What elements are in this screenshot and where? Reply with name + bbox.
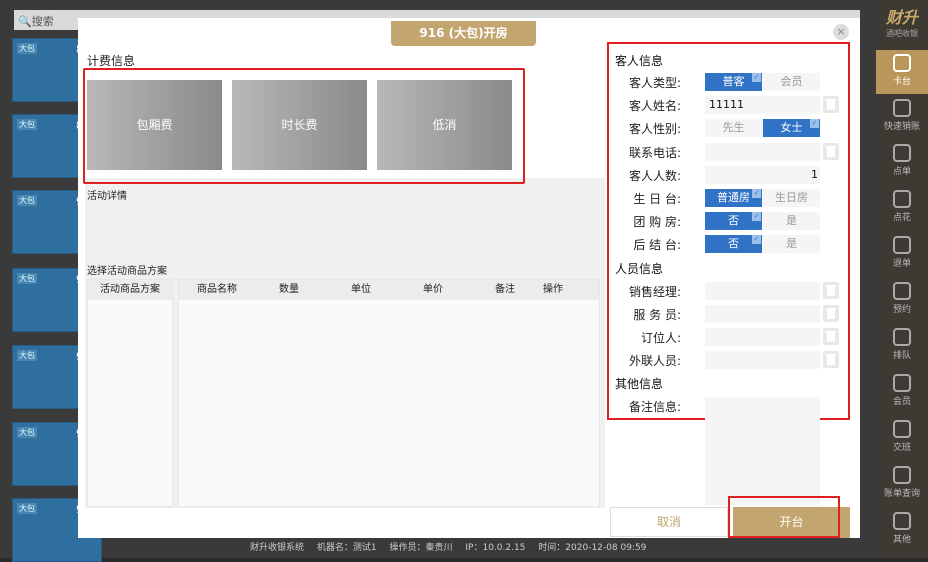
room-tag: 大包 xyxy=(17,503,37,514)
sidebar-item-label: 卡台 xyxy=(892,77,911,87)
sidebar-item-quick-writeoff[interactable]: 快速销账 xyxy=(876,95,928,139)
birthday-room[interactable]: 生日房 xyxy=(763,189,820,207)
room-tag: 大包 xyxy=(17,427,37,438)
sidebar-item-label: 其他 xyxy=(892,535,911,545)
guest-type-label: 客人类型: xyxy=(628,76,681,90)
flower-icon xyxy=(893,190,911,208)
trash-icon[interactable] xyxy=(823,328,839,345)
users-icon xyxy=(893,420,911,438)
status-system: 财升收银系统 xyxy=(250,543,305,553)
sidebar-item-label: 点花 xyxy=(892,213,911,223)
group-buy-label: 团 购 房: xyxy=(633,215,681,229)
sidebar-item-reserve[interactable]: 预约 xyxy=(876,278,928,322)
waiter-input[interactable] xyxy=(705,305,820,323)
group-buy-yes[interactable]: 是 xyxy=(763,212,820,230)
door-icon xyxy=(893,54,911,72)
clock-icon xyxy=(893,282,911,300)
sidebar-item-other[interactable]: 其他 xyxy=(876,508,928,552)
bill-icon xyxy=(893,466,911,484)
sidebar-item-label: 预约 xyxy=(892,305,911,315)
remark-label: 备注信息: xyxy=(628,400,681,414)
sidebar-item-order[interactable]: 点单 xyxy=(876,140,928,184)
room-tag: 大包 xyxy=(17,350,37,361)
app-logo: 财升 酒吧收银 xyxy=(876,4,928,39)
guest-count-input[interactable]: 1 xyxy=(705,166,820,184)
sales-manager-label: 销售经理: xyxy=(628,285,681,299)
guest-gender-label: 客人性别: xyxy=(628,122,681,136)
status-ip: IP：10.0.2.15 xyxy=(465,543,526,553)
sidebar-item-label: 账单查询 xyxy=(883,489,920,499)
guest-type-regular[interactable]: 普客 xyxy=(705,73,762,91)
receipt-icon xyxy=(893,99,911,117)
sales-manager-input[interactable] xyxy=(705,282,820,300)
group-buy-no[interactable]: 否 xyxy=(705,212,762,230)
logo-title: 财升 xyxy=(885,8,918,27)
sidebar-item-label: 会员 xyxy=(892,397,911,407)
phone-input[interactable] xyxy=(705,143,820,161)
sidebar-item-card-table[interactable]: 卡台 xyxy=(876,50,928,94)
trash-icon[interactable] xyxy=(823,143,839,160)
external-staff-label: 外联人员: xyxy=(628,354,681,368)
guest-count-label: 客人人数: xyxy=(628,169,681,183)
cancel-button[interactable]: 取消 xyxy=(610,507,728,537)
booker-label: 订位人: xyxy=(640,331,681,345)
trash-icon[interactable] xyxy=(823,282,839,299)
waiter-label: 服 务 员: xyxy=(633,308,681,322)
guest-name-label: 客人姓名: xyxy=(628,99,681,113)
room-tag: 大包 xyxy=(17,195,37,206)
trash-icon[interactable] xyxy=(823,305,839,322)
postpay-label: 后 结 台: xyxy=(633,238,681,252)
right-panel: 客人信息 客人类型: 普客 会员 客人姓名: 11111 客人性别: 先生 女士… xyxy=(78,18,860,538)
birthday-normal[interactable]: 普通房 xyxy=(705,189,762,207)
booker-input[interactable] xyxy=(705,328,820,346)
postpay-no[interactable]: 否 xyxy=(705,235,762,253)
sidebar-item-member[interactable]: 会员 xyxy=(876,370,928,414)
sidebar-item-shift[interactable]: 交班 xyxy=(876,416,928,460)
logo-subtitle: 酒吧收银 xyxy=(886,29,918,38)
open-button-highlight xyxy=(728,496,840,538)
staff-section-title: 人员信息 xyxy=(615,262,664,276)
sidebar-item-label: 交班 xyxy=(892,443,911,453)
sidebar-item-label: 点单 xyxy=(892,167,911,177)
other-section-title: 其他信息 xyxy=(615,377,664,391)
trash-icon[interactable] xyxy=(823,351,839,368)
queue-icon xyxy=(893,328,911,346)
sidebar-item-label: 排队 xyxy=(892,351,911,361)
room-tag: 大包 xyxy=(17,43,37,54)
status-bar: 财升收银系统 机器名：测试1 操作员：秦贵川 IP：10.0.2.15 时间：2… xyxy=(250,540,656,553)
sidebar-item-bill-query[interactable]: 账单查询 xyxy=(876,462,928,506)
yen-icon xyxy=(893,236,911,254)
guest-section-title: 客人信息 xyxy=(615,54,664,68)
status-time: 时间：2020-12-08 09:59 xyxy=(538,543,647,553)
trash-icon[interactable] xyxy=(823,96,839,113)
birthday-label: 生 日 台: xyxy=(633,192,681,206)
status-machine: 机器名：测试1 xyxy=(316,543,377,553)
phone-label: 联系电话: xyxy=(628,146,681,160)
external-staff-input[interactable] xyxy=(705,351,820,369)
remark-textarea[interactable] xyxy=(705,397,820,505)
room-tag: 大包 xyxy=(17,273,37,284)
diamond-icon xyxy=(893,374,911,392)
postpay-yes[interactable]: 是 xyxy=(763,235,820,253)
status-operator: 操作员：秦贵川 xyxy=(389,543,453,553)
sidebar-item-queue[interactable]: 排队 xyxy=(876,324,928,368)
gender-male[interactable]: 先生 xyxy=(705,119,762,137)
sidebar-item-flower[interactable]: 点花 xyxy=(876,186,928,230)
gender-female[interactable]: 女士 xyxy=(763,119,820,137)
gear-icon xyxy=(893,512,911,530)
hand-icon xyxy=(893,144,911,162)
room-tag: 大包 xyxy=(17,119,37,130)
sidebar-item-label: 快速销账 xyxy=(883,122,920,132)
sidebar-item-refund[interactable]: 退单 xyxy=(876,232,928,276)
guest-name-input[interactable]: 11111 xyxy=(705,96,820,114)
sidebar-item-label: 退单 xyxy=(892,259,911,269)
guest-type-member[interactable]: 会员 xyxy=(763,73,820,91)
search-placeholder: 搜索 xyxy=(31,15,54,28)
